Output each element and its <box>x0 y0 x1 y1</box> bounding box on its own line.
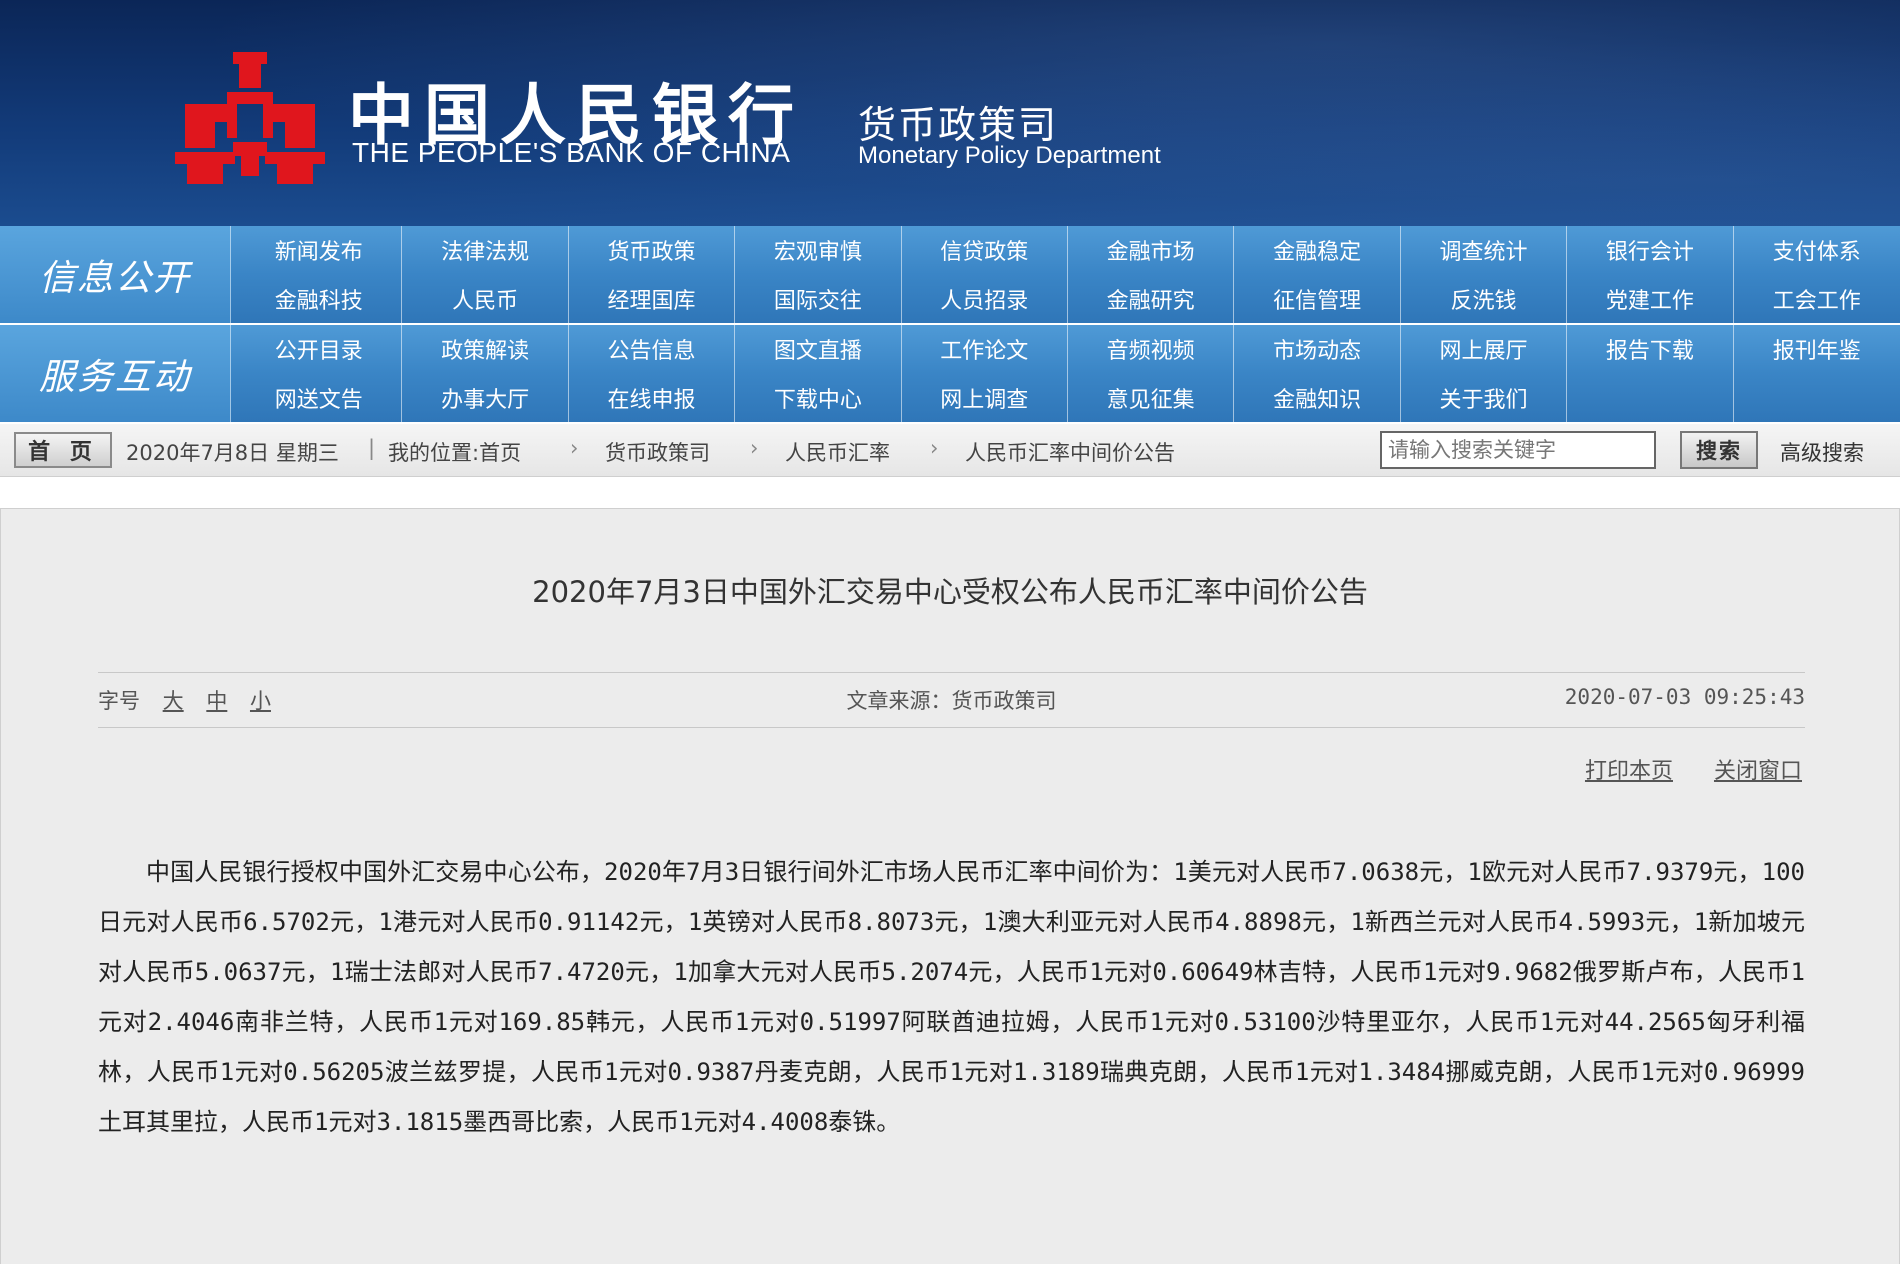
nav-item-news[interactable]: 新闻发布 <box>236 226 403 275</box>
nav-section-info: 信息公开 新闻发布 法律法规 货币政策 宏观审慎 信贷政策 金融市场 金融稳定 … <box>0 226 1900 323</box>
divider <box>98 672 1805 673</box>
nav-item-statistics[interactable]: 调查统计 <box>1401 226 1568 275</box>
current-date: 2020年7月8日 星期三 <box>126 441 339 465</box>
breadcrumb-item[interactable]: 货币政策司 <box>605 437 710 467</box>
nav-section-label: 服务互动 <box>0 325 231 422</box>
nav-item-anti-money-laundering[interactable]: 反洗钱 <box>1401 274 1568 323</box>
nav-item-union[interactable]: 工会工作 <box>1734 275 1900 324</box>
nav-item-monetary-policy[interactable]: 货币政策 <box>569 226 736 275</box>
close-window-link[interactable]: 关闭窗口 <box>1714 759 1802 784</box>
chevron-right-icon: › <box>750 436 759 460</box>
breadcrumb-bar: 首 页 2020年7月8日 星期三 | 我的位置:首页 › 货币政策司 › 人民… <box>0 424 1900 477</box>
breadcrumb-divider: | <box>368 436 376 460</box>
nav-item-market-news[interactable]: 市场动态 <box>1234 325 1401 374</box>
nav-item-catalog[interactable]: 公开目录 <box>236 325 403 374</box>
nav-item-empty <box>1567 373 1734 422</box>
nav-section-label: 信息公开 <box>0 226 231 323</box>
nav-item-service-hall[interactable]: 办事大厅 <box>402 373 569 422</box>
search-button[interactable]: 搜索 <box>1680 431 1758 469</box>
nav-item-downloads[interactable]: 下载中心 <box>735 373 902 422</box>
nav-item-media[interactable]: 音频视频 <box>1068 325 1235 374</box>
article-container: 2020年7月3日中国外汇交易中心受权公布人民币汇率中间价公告 字号 大 中 小… <box>0 508 1900 1264</box>
nav-item-laws[interactable]: 法律法规 <box>402 226 569 275</box>
nav-item-reports[interactable]: 报告下载 <box>1567 325 1734 374</box>
nav-item-rmb[interactable]: 人民币 <box>402 274 569 323</box>
nav-item-surveys[interactable]: 网上调查 <box>902 373 1068 422</box>
article-body: 中国人民银行授权中国外汇交易中心公布，2020年7月3日银行间外汇市场人民币汇率… <box>98 858 1805 1136</box>
nav-item-about-us[interactable]: 关于我们 <box>1401 373 1568 422</box>
department-name-cn: 货币政策司 <box>858 103 1059 147</box>
nav-item-live[interactable]: 图文直播 <box>735 325 902 374</box>
nav-item-accounting[interactable]: 银行会计 <box>1567 226 1734 275</box>
nav-item-yearbooks[interactable]: 报刊年鉴 <box>1734 325 1900 374</box>
chevron-right-icon: › <box>570 436 579 460</box>
nav-item-payment-system[interactable]: 支付体系 <box>1734 226 1900 275</box>
chevron-right-icon: › <box>930 436 939 460</box>
advanced-search-link[interactable]: 高级搜索 <box>1780 437 1864 467</box>
article-title: 2020年7月3日中国外汇交易中心受权公布人民币汇率中间价公告 <box>532 575 1368 609</box>
nav-item-international[interactable]: 国际交往 <box>735 274 902 323</box>
article-source: 文章来源：货币政策司 <box>846 689 1057 713</box>
nav-item-announcements[interactable]: 公告信息 <box>569 325 736 374</box>
nav-item-financial-stability[interactable]: 金融稳定 <box>1234 226 1401 275</box>
nav-item-notices[interactable]: 网送文告 <box>236 373 403 422</box>
nav-item-recruitment[interactable]: 人员招录 <box>902 274 1068 323</box>
nav-section-service: 服务互动 公开目录 政策解读 公告信息 图文直播 工作论文 音频视频 市场动态 … <box>0 325 1900 422</box>
nav-item-macroprudential[interactable]: 宏观审慎 <box>735 226 902 275</box>
nav-item-online-filing[interactable]: 在线申报 <box>569 373 736 422</box>
nav-item-party-building[interactable]: 党建工作 <box>1567 274 1734 323</box>
article-meta: 字号 大 中 小 文章来源：货币政策司 2020-07-03 09:25:43 <box>98 685 1805 715</box>
bank-name-en: THE PEOPLE'S BANK OF CHINA <box>352 137 791 168</box>
pboc-emblem-icon <box>175 52 325 184</box>
nav-item-working-papers[interactable]: 工作论文 <box>902 325 1068 374</box>
breadcrumb-location[interactable]: 我的位置:首页 <box>388 437 521 467</box>
nav-item-credit-policy[interactable]: 信贷政策 <box>902 226 1068 275</box>
nav-item-treasury[interactable]: 经理国库 <box>569 274 736 323</box>
nav-item-feedback[interactable]: 意见征集 <box>1068 373 1235 422</box>
nav-grid: 公开目录 政策解读 公告信息 图文直播 工作论文 音频视频 市场动态 网上展厅 … <box>236 325 1900 422</box>
nav-item-financial-knowledge[interactable]: 金融知识 <box>1234 373 1401 422</box>
print-page-link[interactable]: 打印本页 <box>1585 759 1673 784</box>
nav-item-policy-interpretation[interactable]: 政策解读 <box>402 325 569 374</box>
nav-item-financial-markets[interactable]: 金融市场 <box>1068 226 1235 275</box>
nav-item-empty <box>1734 374 1900 423</box>
nav-item-fintech[interactable]: 金融科技 <box>236 274 403 323</box>
publish-time: 2020-07-03 09:25:43 <box>1564 685 1805 709</box>
breadcrumb-item[interactable]: 人民币汇率中间价公告 <box>965 437 1175 467</box>
nav-grid: 新闻发布 法律法规 货币政策 宏观审慎 信贷政策 金融市场 金融稳定 调查统计 … <box>236 226 1900 323</box>
site-banner: 中国人民银行 THE PEOPLE'S BANK OF CHINA 货币政策司 … <box>0 0 1900 226</box>
department-name-en: Monetary Policy Department <box>858 142 1161 169</box>
home-button[interactable]: 首 页 <box>14 432 112 468</box>
article-tools: 打印本页 关闭窗口 <box>1551 753 1802 785</box>
divider <box>98 727 1805 728</box>
search-input[interactable] <box>1380 431 1656 469</box>
nav-item-research[interactable]: 金融研究 <box>1068 274 1235 323</box>
nav-item-credit-reference[interactable]: 征信管理 <box>1234 274 1401 323</box>
nav-item-online-exhibition[interactable]: 网上展厅 <box>1401 325 1568 374</box>
main-navigation: 信息公开 新闻发布 法律法规 货币政策 宏观审慎 信贷政策 金融市场 金融稳定 … <box>0 226 1900 424</box>
breadcrumb-item[interactable]: 人民币汇率 <box>785 437 890 467</box>
